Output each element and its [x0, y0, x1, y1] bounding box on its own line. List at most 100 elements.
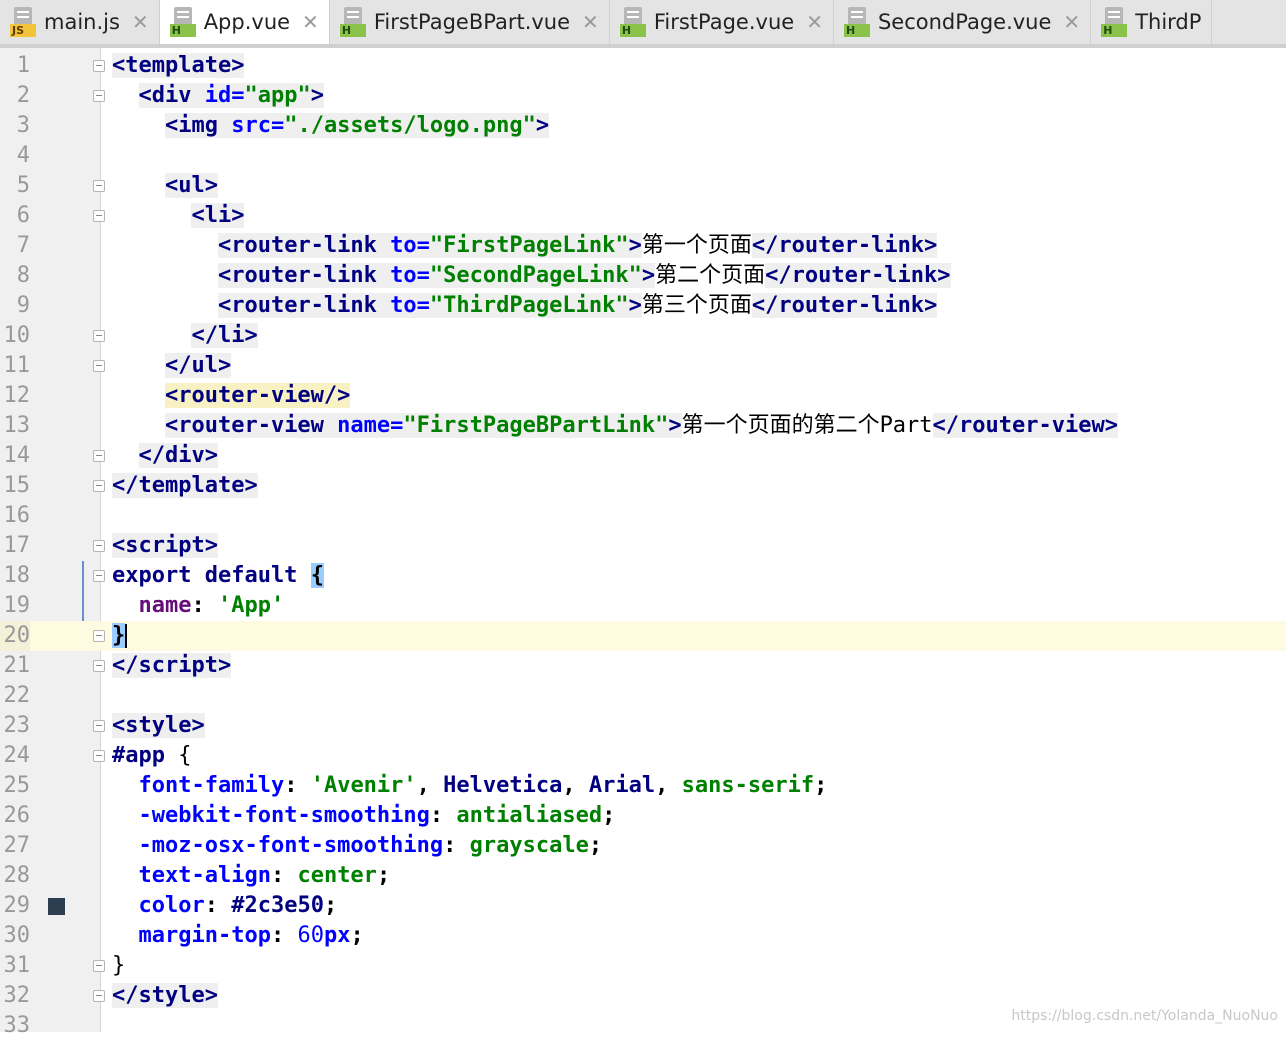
editor-tab-bar: JS main.js ✕ H App.vue ✕ H FirstPageBPart.vue ✕ H… [0, 0, 1286, 48]
fold-marker-icon[interactable] [93, 720, 105, 732]
code-text: <router-link to="ThirdPageLink">第三个页面</r… [217, 293, 938, 318]
code-line[interactable]: 22 [0, 681, 1286, 711]
code-line[interactable]: 2 <div id="app"> [0, 81, 1286, 111]
line-number: 3 [16, 113, 30, 138]
code-line[interactable]: 26 -webkit-font-smoothing: antialiased; [0, 801, 1286, 831]
fold-marker-icon[interactable] [93, 540, 105, 552]
code-line[interactable]: 7 <router-link to="FirstPageLink">第一个页面<… [0, 231, 1286, 261]
code-line[interactable]: 32 </style> [0, 981, 1286, 1011]
code-line[interactable]: 30 margin-top: 60px; [0, 921, 1286, 951]
line-number: 10 [3, 323, 31, 348]
code-line[interactable]: 28 text-align: center; [0, 861, 1286, 891]
code-text: </script> [112, 653, 232, 678]
tab-label: ThirdP [1135, 10, 1202, 34]
tab-thirdp[interactable]: H ThirdP [1091, 0, 1213, 44]
line-number: 27 [3, 833, 31, 858]
line-number: 11 [3, 353, 31, 378]
html-file-icon: H [1101, 7, 1129, 37]
code-line[interactable]: 5 <ul> [0, 171, 1286, 201]
code-text: </li> [191, 323, 258, 348]
code-line[interactable]: 12 <router-view/> [0, 381, 1286, 411]
fold-marker-icon[interactable] [93, 450, 105, 462]
code-line[interactable]: 21 </script> [0, 651, 1286, 681]
code-line[interactable]: 13 <router-view name="FirstPageBPartLink… [0, 411, 1286, 441]
html-file-icon: H [339, 7, 368, 37]
line-number: 13 [3, 413, 31, 438]
line-number: 1 [16, 53, 30, 78]
code-line[interactable]: 18 export default { [0, 561, 1286, 591]
line-number: 31 [3, 953, 31, 978]
fold-marker-icon[interactable] [93, 90, 105, 102]
code-line[interactable]: 11 </ul> [0, 351, 1286, 381]
code-line[interactable]: 25 font-family: 'Avenir', Helvetica, Ari… [0, 771, 1286, 801]
fold-marker-icon[interactable] [93, 960, 105, 972]
code-text: color: #2c3e50; [138, 893, 338, 918]
code-line[interactable]: 6 <li> [0, 201, 1286, 231]
line-number: 25 [3, 773, 31, 798]
tab-app-vue[interactable]: H App.vue ✕ [159, 0, 330, 44]
code-text: </ul> [164, 353, 232, 378]
code-line[interactable]: 10 </li> [0, 321, 1286, 351]
code-line[interactable]: 16 [0, 501, 1286, 531]
code-text: <router-link to="FirstPageLink">第一个页面</r… [217, 233, 938, 258]
code-line[interactable]: 8 <router-link to="SecondPageLink">第二个页面… [0, 261, 1286, 291]
line-number: 17 [3, 533, 31, 558]
line-number: 18 [3, 563, 31, 588]
line-number: 7 [16, 233, 30, 258]
close-icon[interactable]: ✕ [582, 10, 599, 34]
code-line[interactable]: 23 <style> [0, 711, 1286, 741]
code-text: <template> [112, 53, 245, 78]
fold-marker-icon[interactable] [93, 180, 105, 192]
tab-label: main.js [44, 10, 120, 34]
code-line[interactable]: 15 </template> [0, 471, 1286, 501]
close-icon[interactable]: ✕ [132, 10, 149, 34]
fold-marker-icon[interactable] [93, 660, 105, 672]
fold-marker-icon[interactable] [93, 750, 105, 762]
line-number: 28 [3, 863, 31, 888]
code-line[interactable]: 9 <router-link to="ThirdPageLink">第三个页面<… [0, 291, 1286, 321]
code-text: </style> [112, 983, 218, 1008]
code-text: -moz-osx-font-smoothing: grayscale; [138, 833, 603, 858]
html-file-icon: H [169, 7, 198, 37]
code-line[interactable]: 20} [0, 621, 1286, 651]
fold-marker-icon[interactable] [93, 480, 105, 492]
code-line[interactable]: 29 color: #2c3e50; [0, 891, 1286, 921]
js-file-icon: JS [10, 7, 38, 37]
color-swatch-icon[interactable] [48, 898, 65, 915]
code-editor[interactable]: 1 <template> 2 <div id="app"> 3 <img src=".… [0, 51, 1286, 1041]
line-number: 29 [3, 893, 31, 918]
fold-marker-icon[interactable] [93, 990, 105, 1002]
code-text: <style> [112, 713, 205, 738]
code-text: <div id="app"> [138, 83, 324, 108]
code-line[interactable]: 31} [0, 951, 1286, 981]
code-line[interactable]: 27 -moz-osx-font-smoothing: grayscale; [0, 831, 1286, 861]
html-file-icon: H [619, 7, 648, 37]
code-text: <img src="./assets/logo.png"> [164, 113, 550, 138]
fold-marker-icon[interactable] [93, 360, 105, 372]
fold-marker-icon[interactable] [93, 210, 105, 222]
code-line[interactable]: 4 [0, 141, 1286, 171]
line-number: 4 [16, 143, 30, 168]
code-line[interactable]: 14 </div> [0, 441, 1286, 471]
code-line[interactable]: 17 <script> [0, 531, 1286, 561]
fold-marker-icon[interactable] [93, 570, 105, 582]
code-line[interactable]: 3 <img src="./assets/logo.png"> [0, 111, 1286, 141]
line-number: 15 [3, 473, 31, 498]
close-icon[interactable]: ✕ [1063, 10, 1080, 34]
tab-firstpagebpart-vue[interactable]: H FirstPageBPart.vue ✕ [330, 0, 610, 44]
code-line[interactable]: 24 #app { [0, 741, 1286, 771]
code-line[interactable]: 19 name: 'App' [0, 591, 1286, 621]
fold-marker-icon[interactable] [93, 60, 105, 72]
fold-marker-icon[interactable] [93, 630, 105, 642]
tab-label: App.vue [203, 10, 291, 34]
code-text: <router-view name="FirstPageBPartLink">第… [164, 413, 1118, 438]
close-icon[interactable]: ✕ [806, 10, 823, 34]
tab-secondpage-vue[interactable]: H SecondPage.vue ✕ [834, 0, 1092, 44]
fold-marker-icon[interactable] [93, 330, 105, 342]
code-line[interactable]: 1 <template> [0, 51, 1286, 81]
tab-main-js[interactable]: JS main.js ✕ [0, 0, 160, 44]
line-number: 9 [16, 293, 30, 318]
close-icon[interactable]: ✕ [302, 10, 319, 34]
tab-firstpage-vue[interactable]: H FirstPage.vue ✕ [610, 0, 834, 44]
line-number: 19 [3, 593, 31, 618]
